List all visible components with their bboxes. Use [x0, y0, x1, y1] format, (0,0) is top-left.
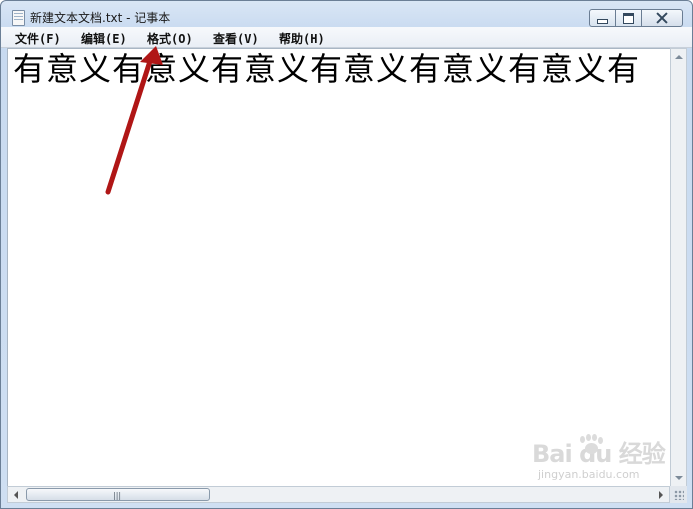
arrow-down-icon[interactable]: [675, 476, 683, 480]
minimize-button[interactable]: [589, 9, 616, 27]
maximize-button[interactable]: [615, 9, 642, 27]
menu-format[interactable]: 格式(O): [147, 30, 193, 47]
close-button[interactable]: [641, 9, 683, 27]
menu-view[interactable]: 查看(V): [213, 30, 259, 47]
grip-icon: |||: [113, 491, 122, 500]
scroll-thumb[interactable]: |||: [26, 488, 210, 501]
notepad-icon[interactable]: [12, 10, 25, 26]
paw-icon: [578, 434, 604, 456]
arrow-left-icon[interactable]: [14, 491, 18, 499]
menu-bar: 文件(F) 编辑(E) 格式(O) 查看(V) 帮助(H): [1, 27, 692, 48]
menu-edit[interactable]: 编辑(E): [81, 30, 127, 47]
window-controls: [589, 9, 683, 27]
resize-grip-icon[interactable]: [674, 490, 684, 500]
text-editor[interactable]: 有意义有意义有意义有意义有意义有意义有: [7, 48, 671, 487]
arrow-right-icon[interactable]: [659, 491, 663, 499]
notepad-window: 新建文本文档.txt - 记事本 文件(F) 编辑(E) 格式(O) 查看(V)…: [0, 0, 693, 509]
arrow-up-icon[interactable]: [675, 55, 683, 59]
editor-content: 有意义有意义有意义有意义有意义有意义有: [13, 50, 641, 88]
maximize-icon: [623, 12, 634, 24]
vertical-scrollbar[interactable]: [670, 48, 687, 487]
watermark-url: jingyan.baidu.com: [538, 468, 640, 481]
window-title: 新建文本文档.txt - 记事本: [30, 11, 171, 25]
menu-help[interactable]: 帮助(H): [279, 30, 325, 47]
menu-file[interactable]: 文件(F): [15, 30, 61, 47]
title-bar[interactable]: 新建文本文档.txt - 记事本: [1, 1, 692, 29]
minimize-icon: [597, 18, 608, 24]
horizontal-scrollbar[interactable]: |||: [7, 486, 670, 503]
close-icon: [656, 12, 668, 24]
